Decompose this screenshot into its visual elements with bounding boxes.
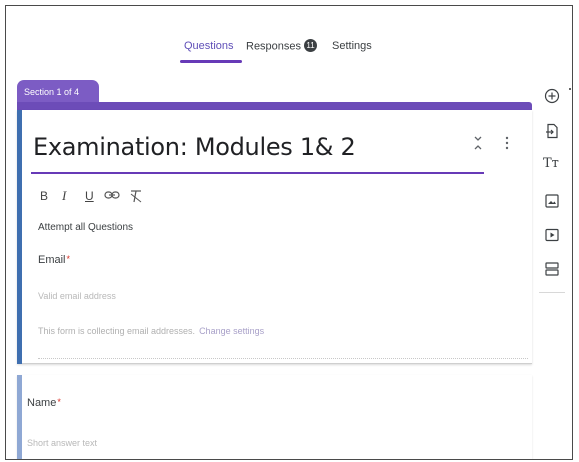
add-video-icon[interactable]	[544, 227, 560, 243]
email-field[interactable]	[38, 288, 238, 304]
toolbar-dot	[569, 88, 571, 90]
question-toolbar: Tт	[535, 80, 569, 300]
underline-button[interactable]: U	[85, 188, 94, 204]
add-section-icon[interactable]	[544, 261, 560, 277]
name-field[interactable]	[27, 435, 207, 451]
email-collection-note: This form is collecting email addresses.…	[38, 326, 264, 336]
clear-formatting-icon[interactable]	[130, 189, 142, 203]
add-image-icon[interactable]	[544, 193, 560, 209]
title-underline	[31, 172, 484, 174]
tab-settings[interactable]: Settings	[332, 40, 372, 52]
responses-count-badge: 11	[304, 39, 318, 52]
bold-button[interactable]: B	[40, 188, 48, 204]
form-title[interactable]: Examination: Modules 1& 2	[33, 133, 356, 161]
name-question-card[interactable]: Name*	[17, 375, 532, 459]
tab-responses-label: Responses	[246, 40, 302, 53]
email-label-text: Email	[38, 254, 66, 266]
name-label-text: Name	[27, 397, 57, 409]
change-settings-link[interactable]: Change settings	[199, 326, 264, 336]
collection-note-text: This form is collecting email addresses.	[38, 326, 196, 336]
more-vert-icon[interactable]	[504, 134, 510, 152]
form-description[interactable]: Attempt all Questions	[38, 222, 133, 233]
link-icon[interactable]	[104, 189, 120, 201]
import-questions-icon[interactable]	[544, 123, 560, 139]
required-asterisk: *	[57, 397, 61, 407]
add-title-glyph: Tт	[543, 156, 559, 171]
name-question-label: Name*	[27, 397, 61, 409]
add-question-icon[interactable]	[544, 88, 560, 104]
collapse-icon[interactable]	[473, 134, 483, 152]
forms-editor-window: Questions Responses 11 Settings Section 1…	[5, 5, 573, 460]
card-divider	[22, 363, 532, 364]
add-title-icon[interactable]: Tт	[543, 156, 560, 173]
tab-questions[interactable]: Questions	[184, 40, 234, 52]
email-field-underline	[38, 358, 528, 359]
toolbar-bottom-line	[539, 292, 565, 293]
email-question-label: Email*	[38, 254, 70, 266]
form-header-card[interactable]: Examination: Modules 1& 2 B I U Attempt …	[17, 110, 532, 364]
top-tabs: Questions Responses 11 Settings	[6, 39, 572, 66]
italic-button[interactable]: I	[62, 188, 66, 204]
active-tab-indicator	[180, 60, 242, 63]
required-asterisk: *	[66, 254, 71, 264]
tab-responses[interactable]: Responses 11	[246, 39, 318, 53]
section-label: Section 1 of 4	[17, 80, 99, 104]
